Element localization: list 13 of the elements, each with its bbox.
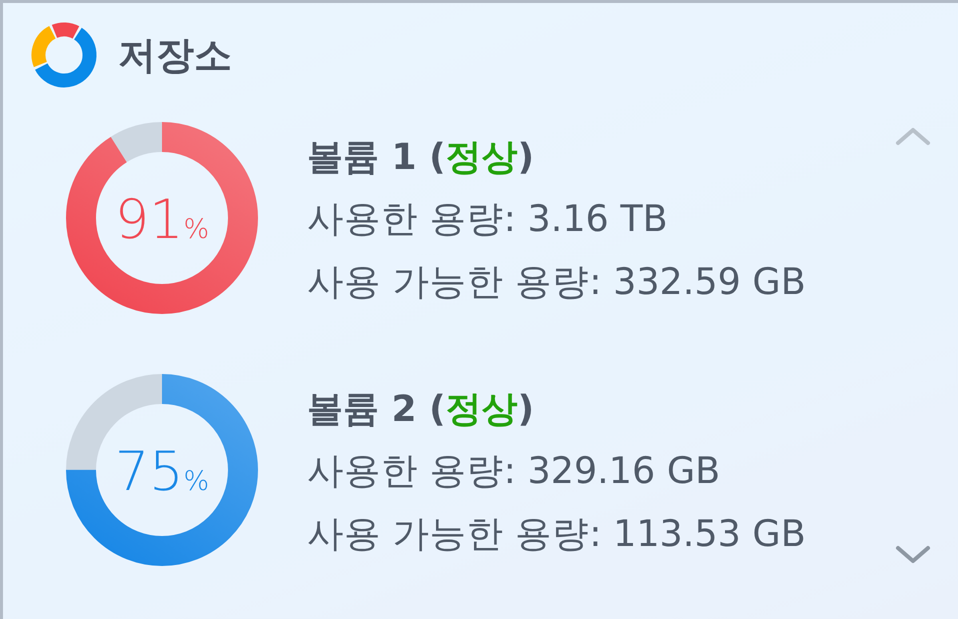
- chevron-down-icon: [895, 545, 931, 565]
- donut-remainder: [111, 122, 163, 163]
- chevron-up-icon: [895, 126, 931, 146]
- donut-logo-icon: [30, 21, 98, 89]
- available-capacity: 사용 가능한 용량: 332.59 GB: [307, 258, 806, 305]
- volume-title: 볼륨 1 (정상): [307, 136, 536, 180]
- usage-percent: 91%: [114, 193, 210, 248]
- used-capacity: 사용한 용량: 3.16 TB: [307, 196, 669, 242]
- widget-title: 저장소: [118, 32, 232, 78]
- used-capacity: 사용한 용량: 329.16 GB: [307, 448, 722, 494]
- volume-title: 볼륨 2 (정상): [307, 388, 536, 432]
- available-capacity: 사용 가능한 용량: 113.53 GB: [307, 510, 806, 557]
- usage-percent: 75%: [114, 445, 210, 500]
